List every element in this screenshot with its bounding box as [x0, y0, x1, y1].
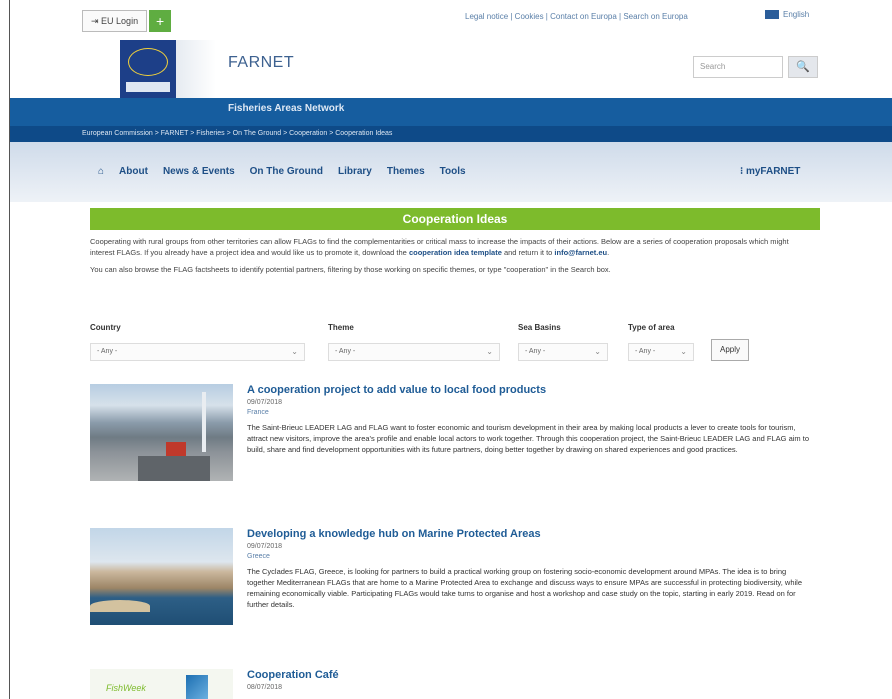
intro-text: Cooperating with rural groups from other… [90, 236, 815, 281]
site-name[interactable]: FARNET [228, 54, 294, 72]
filter-bar: Country - Any - ⌄ Theme - Any - ⌄ Sea Basi… [90, 323, 820, 363]
apply-button[interactable]: Apply [711, 339, 749, 361]
chevron-down-icon: ⌄ [680, 347, 687, 356]
article-text: The Saint-Brieuc LEADER LAG and FLAG wan… [247, 423, 809, 454]
nav-item-about[interactable]: About [119, 166, 148, 177]
article-text: The Cyclades FLAG, Greece, is looking fo… [247, 567, 803, 609]
language-selector[interactable]: English [765, 10, 809, 19]
country-label: Country [90, 323, 121, 332]
site-banner: Fisheries Areas Network [10, 98, 892, 126]
article-thumbnail[interactable]: FishWeek [90, 669, 233, 699]
sea-basins-select[interactable]: - Any - ⌄ [518, 343, 608, 361]
chevron-down-icon: ⌄ [486, 347, 493, 356]
search-input[interactable]: Search [693, 56, 783, 78]
thumbnail-detail [138, 456, 210, 481]
login-icon: ⇥ [91, 16, 102, 26]
article-title[interactable]: A cooperation project to add value to lo… [247, 384, 812, 396]
intro-paragraph-2: You can also browse the FLAG factsheets … [90, 265, 611, 274]
site-subtitle: Fisheries Areas Network [228, 103, 345, 114]
breadcrumb[interactable]: European Commission > FARNET > Fisheries… [10, 126, 892, 142]
article-date: 09/07/2018 [247, 543, 283, 550]
logo-caption [126, 82, 170, 92]
intro-paragraph-1: Cooperating with rural groups from other… [90, 237, 789, 257]
list-item: A cooperation project to add value to lo… [90, 384, 820, 504]
logo-decoration [176, 40, 216, 98]
login-group: ⇥ EU Login + [82, 10, 172, 32]
article-body: A cooperation project to add value to lo… [247, 384, 812, 455]
language-label: English [783, 10, 810, 19]
search-button[interactable]: 🔍 [788, 56, 818, 78]
thumbnail-detail [166, 442, 186, 456]
main-nav: ⌂ About News & Events On The Ground Libr… [98, 166, 481, 177]
article-thumbnail[interactable] [90, 528, 233, 625]
sea-basins-label: Sea Basins [518, 323, 561, 332]
eu-login-button[interactable]: ⇥ EU Login [82, 10, 148, 32]
eu-stars-icon [128, 48, 168, 76]
plus-button[interactable]: + [149, 10, 172, 32]
home-icon[interactable]: ⌂ [98, 166, 104, 177]
country-select[interactable]: - Any - ⌄ [90, 343, 305, 361]
nav-item-tools[interactable]: Tools [440, 166, 466, 177]
page: ⇥ EU Login + Legal notice | Cookies | Co… [10, 0, 892, 699]
article-country[interactable]: Greece [247, 553, 812, 560]
theme-label: Theme [328, 323, 354, 332]
article-date: 09/07/2018 [247, 399, 283, 406]
theme-select[interactable]: - Any - ⌄ [328, 343, 500, 361]
language-icon [765, 10, 779, 19]
type-of-area-label: Type of area [628, 323, 675, 332]
article-date: 08/07/2018 [247, 684, 283, 691]
european-commission-logo[interactable] [120, 40, 176, 98]
article-title[interactable]: Cooperation Café [247, 669, 812, 681]
window-frame [0, 0, 10, 699]
chevron-down-icon: ⌄ [594, 347, 601, 356]
type-of-area-select[interactable]: - Any - ⌄ [628, 343, 694, 361]
article-thumbnail[interactable] [90, 384, 233, 481]
article-body: Developing a knowledge hub on Marine Pro… [247, 528, 812, 610]
nav-item-news-events[interactable]: News & Events [163, 166, 235, 177]
nav-item-themes[interactable]: Themes [387, 166, 425, 177]
email-link[interactable]: info@farnet.eu [554, 248, 607, 257]
thumbnail-detail [90, 600, 150, 612]
nav-item-myfarnet[interactable]: ⁝ myFARNET [740, 166, 800, 177]
page-title: Cooperation Ideas [90, 208, 820, 230]
nav-item-on-the-ground[interactable]: On The Ground [250, 166, 323, 177]
top-bar: ⇥ EU Login + Legal notice | Cookies | Co… [10, 0, 892, 38]
thumbnail-detail [202, 392, 206, 452]
eu-login-label: EU Login [101, 16, 139, 26]
top-links[interactable]: Legal notice | Cookies | Contact on Euro… [465, 12, 688, 21]
article-title[interactable]: Developing a knowledge hub on Marine Pro… [247, 528, 812, 540]
thumbnail-logo-icon [186, 675, 208, 699]
article-country[interactable]: France [247, 409, 812, 416]
article-body: Cooperation Café 08/07/2018 [247, 669, 812, 694]
thumbnail-logo-text: FishWeek [106, 683, 146, 693]
chevron-down-icon: ⌄ [291, 347, 298, 356]
nav-item-library[interactable]: Library [338, 166, 372, 177]
cooperation-template-link[interactable]: cooperation idea template [409, 248, 502, 257]
list-item: Developing a knowledge hub on Marine Pro… [90, 528, 820, 658]
list-item: FishWeek Cooperation Café 08/07/2018 [90, 669, 820, 699]
